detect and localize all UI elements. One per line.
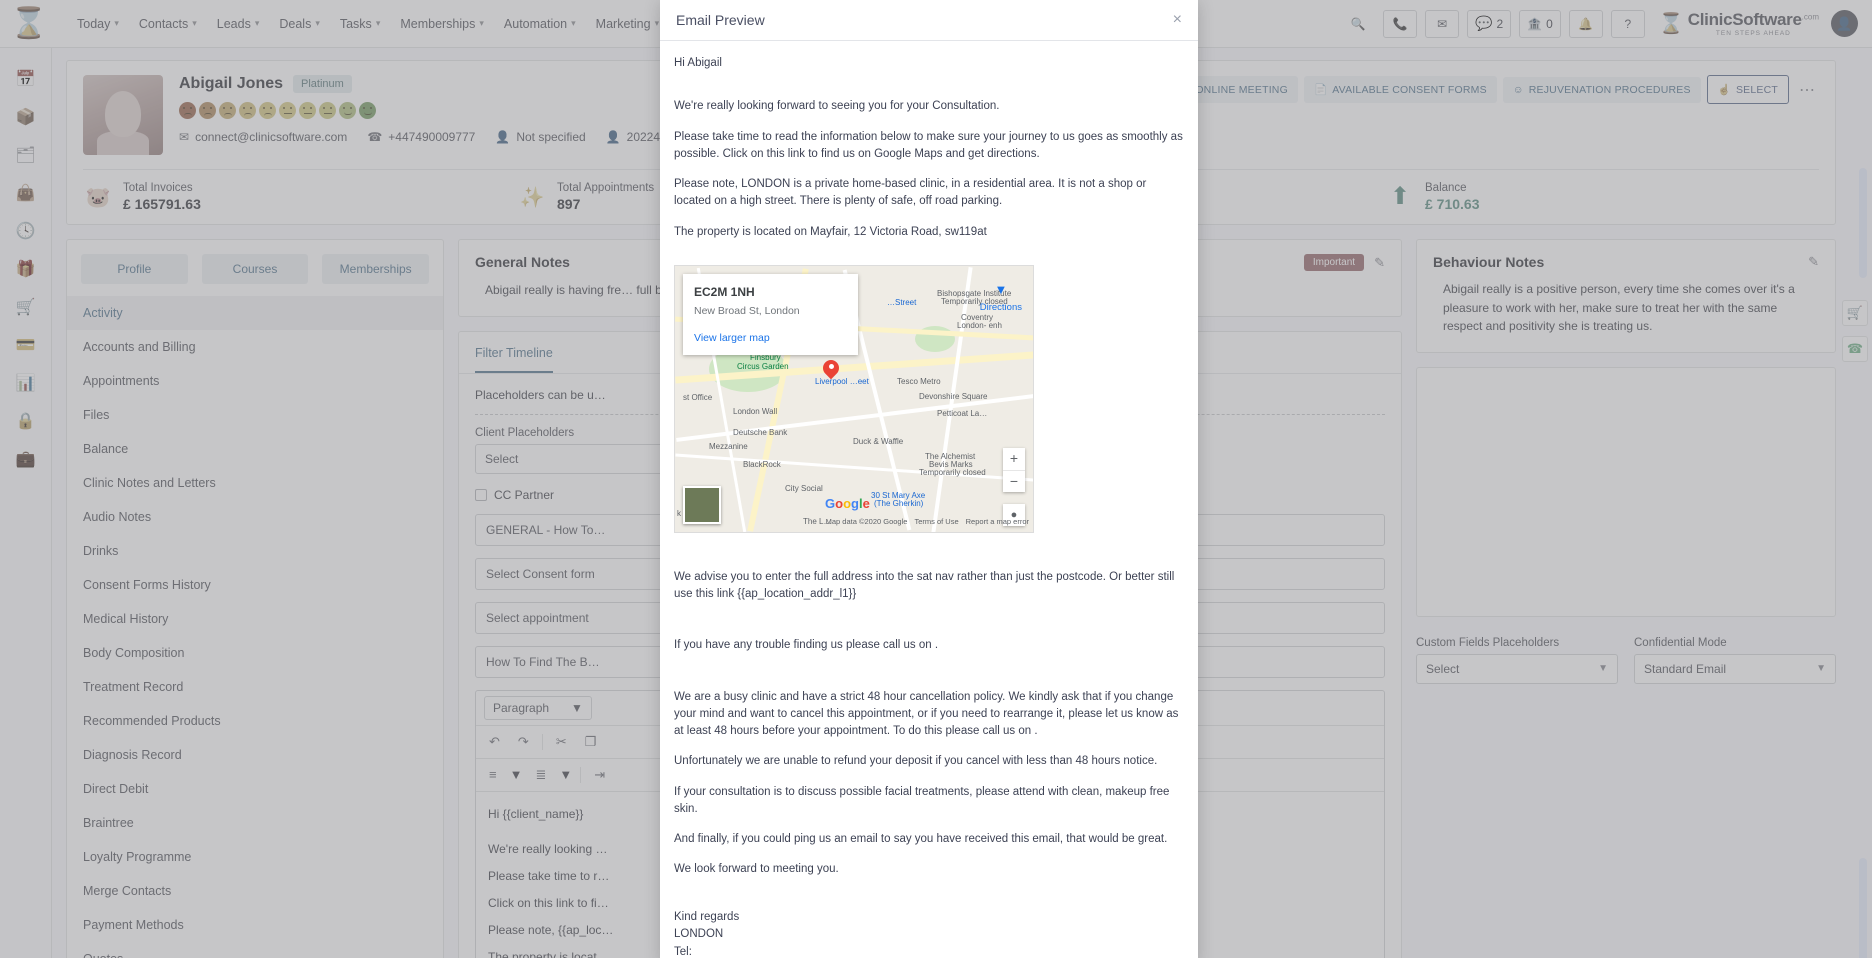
map-label: City Social: [785, 483, 823, 493]
map-postcode: EC2M 1NH: [694, 284, 755, 299]
satellite-thumbnail[interactable]: [683, 485, 721, 524]
email-paragraph-3: Please note, LONDON is a private home-ba…: [674, 178, 1147, 208]
map-label: Tesco Metro: [897, 376, 941, 386]
email-preview-modal: Email Preview × Hi Abigail We're really …: [660, 0, 1198, 958]
map-zoom-controls: + −: [1003, 447, 1025, 492]
email-paragraph-11: We look forward to meeting you.: [674, 863, 839, 876]
signature-line: LONDON: [674, 928, 724, 941]
map-label: Duck & Waffle: [853, 436, 904, 446]
map-label: Petticoat La…: [937, 408, 988, 418]
email-paragraph-8: Unfortunately we are unable to refund yo…: [674, 755, 1158, 768]
map-label: …Street: [887, 297, 917, 307]
email-signature: Kind regards LONDON Tel: Address: Mayfai…: [674, 909, 1184, 958]
directions-label: Directions: [979, 302, 1022, 314]
directions-icon: ▼: [994, 281, 1008, 297]
view-larger-map-link[interactable]: View larger map: [694, 331, 847, 347]
map-address: New Broad St, London: [694, 304, 800, 317]
map-label: (The Gherkin): [874, 498, 924, 508]
map-label: st Office: [683, 392, 713, 402]
email-paragraph-4: The property is located on Mayfair, 12 V…: [674, 225, 987, 238]
email-paragraph-5: We advise you to enter the full address …: [674, 570, 1175, 600]
email-paragraph-2: Please take time to read the information…: [674, 130, 1183, 160]
modal-header: Email Preview ×: [660, 0, 1198, 41]
map-attribution: Map data ©2020 Google: [825, 516, 908, 526]
map-label: Temporarily closed: [919, 467, 986, 477]
signature-line: Kind regards: [674, 910, 740, 923]
email-paragraph-10: And finally, if you could ping us an ema…: [674, 833, 1168, 845]
google-logo: Google: [825, 496, 870, 512]
page-scrollbar[interactable]: [1858, 48, 1868, 958]
map-label: Circus Garden: [737, 361, 789, 371]
map-label: Devonshire Square: [919, 391, 988, 401]
modal-title: Email Preview: [676, 12, 765, 28]
map-footer: Map data ©2020 Google Terms of Use Repor…: [826, 516, 1029, 527]
scrollbar-thumb[interactable]: [1859, 168, 1867, 278]
map-label: Deutsche Bank: [733, 427, 788, 437]
directions-button[interactable]: ▼ Directions: [980, 280, 1022, 316]
email-paragraph-6: If you have any trouble finding us pleas…: [674, 639, 939, 652]
signature-line: Tel:: [674, 946, 692, 958]
map-label: London- enh: [957, 320, 1002, 330]
zoom-out-button[interactable]: −: [1003, 469, 1025, 492]
map-marker-pin[interactable]: [823, 360, 839, 376]
map-terms-link[interactable]: Terms of Use: [914, 516, 958, 527]
map-label: Liverpool …eet: [815, 376, 869, 386]
email-greeting: Hi Abigail: [674, 57, 722, 69]
close-icon[interactable]: ×: [1173, 12, 1182, 28]
zoom-in-button[interactable]: +: [1003, 448, 1025, 470]
map-label: Mezzanine: [709, 441, 748, 451]
email-paragraph-9: If your consultation is to discuss possi…: [674, 785, 1170, 815]
map-label: BlackRock: [743, 459, 781, 469]
map-report-link[interactable]: Report a map error: [966, 516, 1029, 527]
map-label: London Wall: [733, 406, 778, 416]
google-map-embed[interactable]: Bishopsgate Institute Temporarily closed……: [674, 264, 1034, 533]
scrollbar-thumb-secondary[interactable]: [1859, 858, 1867, 958]
email-paragraph-1: We're really looking forward to seeing y…: [674, 100, 1000, 113]
email-paragraph-7: We are a busy clinic and have a strict 4…: [674, 690, 1179, 738]
map-info-card: EC2M 1NH New Broad St, London View large…: [683, 273, 858, 356]
modal-body: Hi Abigail We're really looking forward …: [660, 41, 1198, 958]
